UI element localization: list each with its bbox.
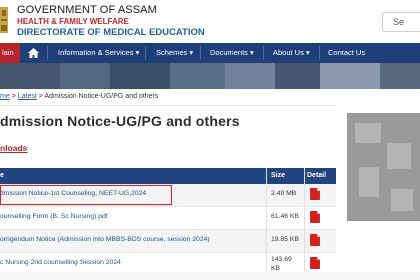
government-title: GOVERNMENT OF ASSAM — [17, 4, 157, 16]
breadcrumb: me > Latest > Admission Notice-UG/PG and… — [0, 93, 158, 100]
nav-divider — [319, 46, 320, 60]
breadcrumb-separator: > — [9, 93, 18, 100]
nav-about-us[interactable]: About Us ▾ — [269, 43, 314, 63]
nav-information-services[interactable]: Information & Services ▾ — [54, 43, 143, 63]
document-link[interactable]: ounselling Form (B. Sc Nursing).pdf — [0, 213, 108, 220]
pdf-icon[interactable] — [310, 188, 320, 200]
column-header-title: e — [0, 172, 4, 179]
department-title: HEALTH & FAMILY WELFARE — [17, 17, 129, 26]
column-header-size: Size — [271, 172, 286, 179]
page-title: dmission Notice-UG/PG and others — [0, 113, 240, 129]
column-divider — [304, 168, 305, 276]
nav-home[interactable] — [20, 43, 46, 63]
breadcrumb-home-link[interactable]: me — [0, 93, 10, 100]
column-divider — [266, 168, 267, 276]
row-highlight-box — [0, 185, 172, 205]
search-input[interactable]: Se — [382, 12, 420, 32]
file-size: 143.69 KB — [271, 255, 292, 273]
nav-documents[interactable]: Documents ▾ — [206, 43, 258, 63]
nav-contact-us[interactable]: Contact Us — [324, 43, 369, 63]
table-header: e Size Detail — [0, 168, 336, 184]
state-emblem-icon — [0, 7, 8, 33]
breadcrumb-latest-link[interactable]: Latest — [18, 93, 37, 100]
file-size-unit: KB — [271, 265, 281, 272]
nav-divider — [145, 46, 146, 60]
file-size-value: 143.69 — [271, 256, 292, 263]
pdf-icon[interactable] — [310, 234, 320, 246]
home-icon — [27, 48, 39, 58]
nav-divider — [263, 46, 264, 60]
nav-main-link[interactable]: lain — [0, 43, 20, 63]
file-size: 19.85 KB — [271, 236, 299, 243]
pdf-icon[interactable] — [310, 257, 320, 269]
site-header: GOVERNMENT OF ASSAM HEALTH & FAMILY WELF… — [0, 0, 420, 42]
table-row: orrigendum Notice (Admission into MBBS-B… — [0, 230, 336, 253]
pdf-icon[interactable] — [310, 211, 320, 223]
banner-image — [0, 63, 420, 89]
bottom-strip — [0, 272, 420, 280]
file-size: 61.46 KB — [271, 213, 299, 220]
column-header-detail: Detail — [307, 172, 327, 179]
side-image — [347, 113, 420, 221]
directorate-title: DIRECTORATE OF MEDICAL EDUCATION — [17, 27, 205, 38]
nav-divider — [47, 46, 48, 60]
document-link[interactable]: c Nursing 2nd counselling Session 2024 — [0, 259, 121, 266]
main-nav: lain Information & Services ▾ Schemes ▾ … — [0, 43, 420, 63]
search-label: Se — [393, 17, 405, 27]
downloads-link[interactable]: nloads — [0, 143, 27, 153]
nav-schemes[interactable]: Schemes ▾ — [152, 43, 197, 63]
table-row: ounselling Form (B. Sc Nursing).pdf 61.4… — [0, 207, 336, 230]
nav-divider — [200, 46, 201, 60]
breadcrumb-current: Admission Notice-UG/PG and others — [44, 93, 159, 100]
file-size: 2.49 MB — [271, 190, 297, 197]
divider — [0, 105, 336, 106]
document-link[interactable]: orrigendum Notice (Admission into MBBS-B… — [0, 236, 210, 243]
